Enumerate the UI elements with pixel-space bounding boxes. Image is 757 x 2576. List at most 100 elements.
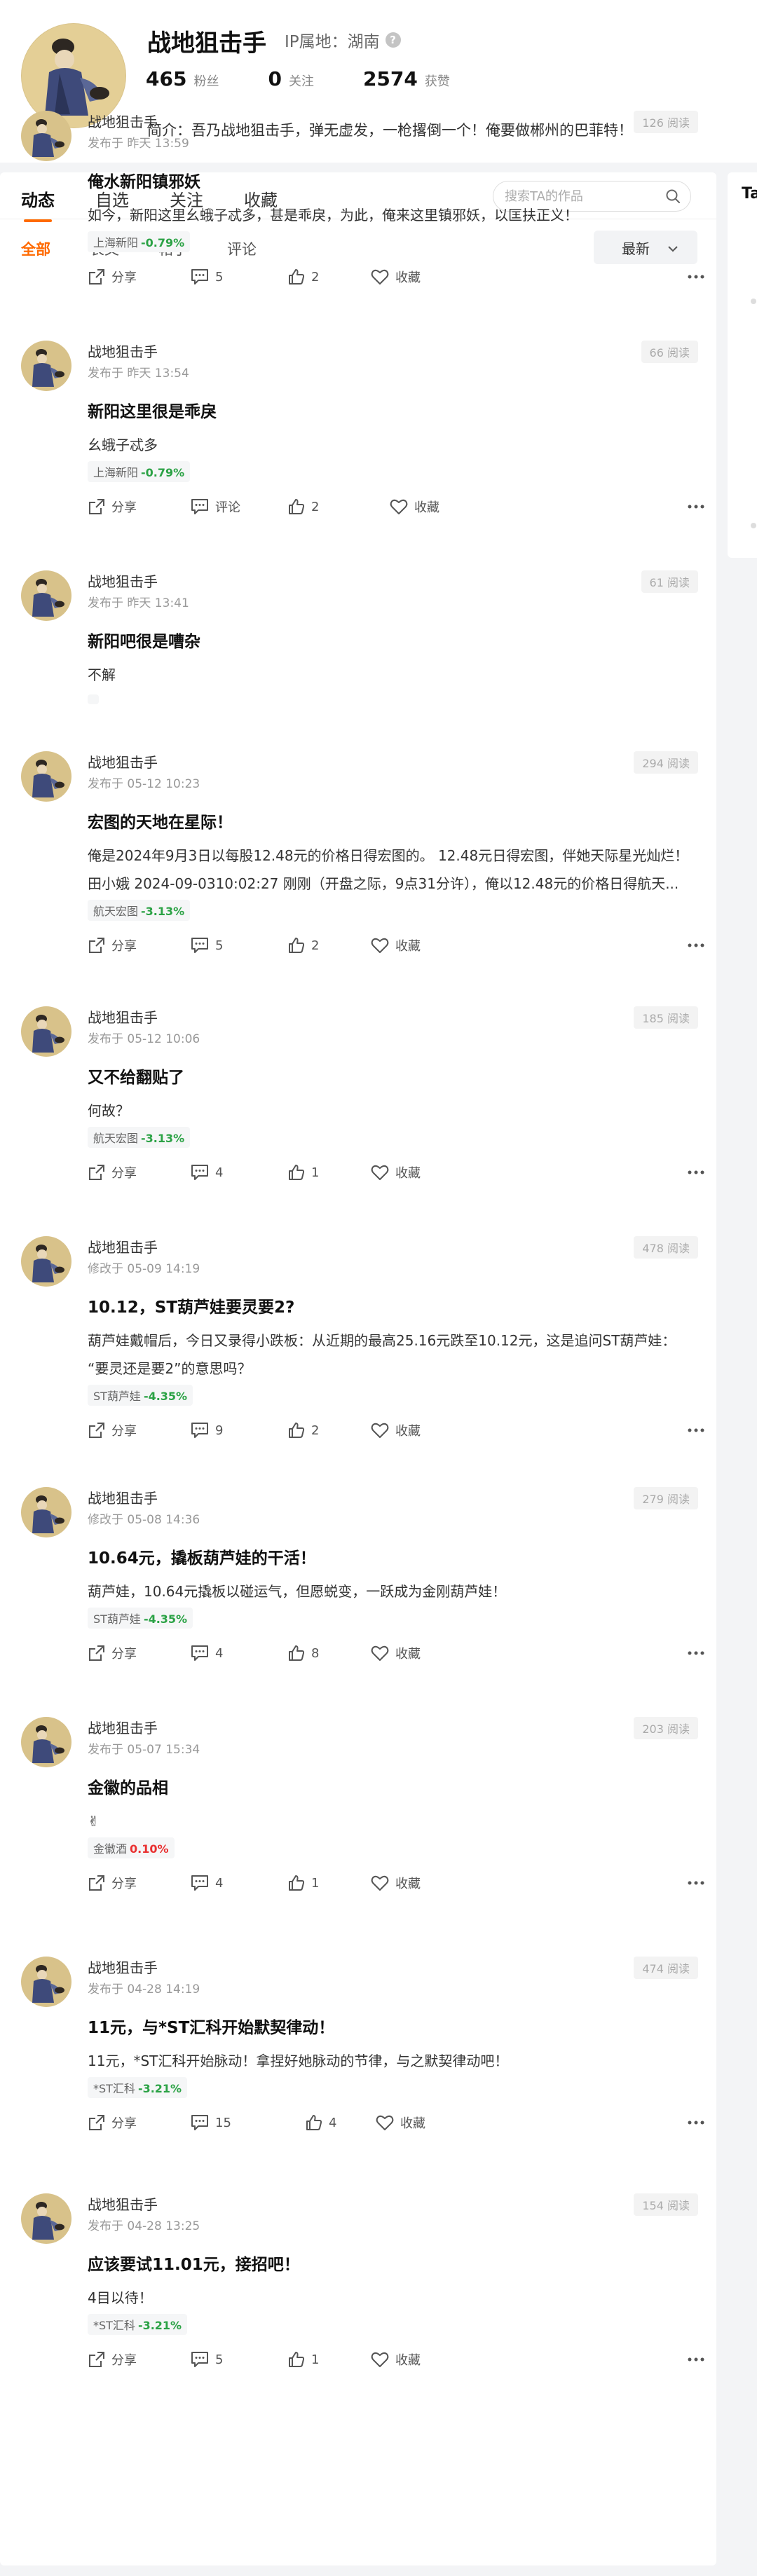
help-icon[interactable]: ? [385,32,401,48]
favorite-button[interactable]: 收藏 [389,498,439,516]
post-title[interactable]: 10.64元，撬板葫芦娃的干活！ [88,1544,316,1568]
author-name[interactable]: 战地狙击手 [88,1236,158,1256]
post-title[interactable]: 又不给翻贴了 [88,1064,184,1088]
post-item[interactable]: 战地狙击手 发布于 昨天 13:54 66 阅读 新阳这里很是乖戾 幺蛾子忒多 上海新阳 -… [0,341,716,551]
post-body[interactable]: 葫芦娃，10.64元撬板以碰运气，但愿蜕变，一跃成为金刚葫芦娃！ [88,1577,697,1605]
post-item[interactable]: 战地狙击手 发布于 05-12 10:06 185 阅读 又不给翻贴了 何故？ 航天宏图 -… [0,1006,716,1217]
author-avatar[interactable] [21,751,71,802]
author-name[interactable]: 战地狙击手 [88,2193,158,2214]
author-name[interactable]: 战地狙击手 [88,570,158,591]
more-icon[interactable] [688,1875,704,1889]
author-avatar[interactable] [21,1957,71,2007]
comment-button[interactable]: 5 [190,268,223,286]
favorite-button[interactable]: 收藏 [375,2113,425,2132]
post-item[interactable]: 战地狙击手 发布于 昨天 13:59 126 阅读 俺水新阳镇邪妖 如今，新阳这里幺蛾子… [0,111,716,321]
post-title[interactable]: 金徽的品相 [88,1774,168,1798]
more-icon[interactable] [688,269,704,282]
share-button[interactable]: 分享 [88,1421,137,1439]
share-button[interactable]: 分享 [88,1874,137,1892]
author-avatar[interactable] [21,1236,71,1287]
like-button[interactable]: 1 [287,1163,319,1181]
fans-stat[interactable]: 465 粉丝 [146,67,219,90]
favorite-button[interactable]: 收藏 [370,2350,421,2369]
author-name[interactable]: 战地狙击手 [88,111,158,131]
favorite-button[interactable]: 收藏 [370,1644,421,1662]
like-button[interactable]: 2 [287,498,319,516]
more-icon[interactable] [688,499,704,512]
author-name[interactable]: 战地狙击手 [88,1717,158,1737]
post-item[interactable]: 战地狙击手 发布于 04-28 13:25 154 阅读 应该要试11.01元，接招吧… [0,2193,716,2404]
like-button[interactable]: 2 [287,936,319,954]
post-body[interactable]: 不解 [88,661,697,689]
post-item[interactable]: 战地狙击手 修改于 05-09 14:19 478 阅读 10.12，ST葫芦娃要灵要… [0,1236,716,1446]
post-title[interactable]: 10.12，ST葫芦娃要灵要2? [88,1294,294,1317]
post-body[interactable]: ✌ [88,1807,697,1835]
more-icon[interactable] [688,1423,704,1436]
post-title[interactable]: 新阳吧很是嘈杂 [88,628,200,652]
comment-button[interactable]: 9 [190,1421,223,1439]
post-title[interactable]: 应该要试11.01元，接招吧！ [88,2251,300,2275]
favorite-button[interactable]: 收藏 [370,1421,421,1439]
share-button[interactable]: 分享 [88,1644,137,1662]
follow-stat[interactable]: 0 关注 [268,67,313,90]
share-button[interactable]: 分享 [88,2113,137,2132]
stock-tag[interactable]: *ST汇科 -3.21% [88,2077,188,2098]
stock-tag[interactable]: ST葫芦娃 -4.35% [88,1608,193,1629]
post-title[interactable]: 俺水新阳镇邪妖 [88,168,200,192]
comment-button[interactable]: 15 [190,2113,231,2132]
share-button[interactable]: 分享 [88,1163,137,1181]
more-icon[interactable] [688,938,704,951]
more-icon[interactable] [688,1645,704,1659]
post-body[interactable]: 幺蛾子忒多 [88,431,697,459]
post-item[interactable]: 战地狙击手 发布于 04-28 14:19 474 阅读 11元，与*ST汇科开始默契… [0,1957,716,2167]
more-icon[interactable] [688,2352,704,2365]
like-button[interactable]: 8 [287,1644,319,1662]
author-avatar[interactable] [21,2193,71,2244]
comment-button[interactable]: 4 [190,1163,223,1181]
post-item[interactable]: 战地狙击手 发布于 05-07 15:34 203 阅读 金徽的品相 ✌ 金徽酒 0.10%… [0,1717,716,1927]
author-avatar[interactable] [21,1487,71,1537]
share-button[interactable]: 分享 [88,498,137,516]
like-button[interactable]: 1 [287,2350,319,2369]
stock-tag[interactable]: 上海新阳 -0.79% [88,231,191,252]
favorite-button[interactable]: 收藏 [370,1874,421,1892]
post-body[interactable]: 如今，新阳这里幺蛾子忒多，甚是乖戾，为此，俺来这里镇邪妖，以匡扶正义！ [88,201,697,229]
comment-button[interactable]: 4 [190,1644,223,1662]
post-item[interactable]: 战地狙击手 发布于 05-12 10:23 294 阅读 宏图的天地在星际！ 俺是202… [0,751,716,961]
post-item[interactable]: 战地狙击手 发布于 昨天 13:41 61 阅读 新阳吧很是嘈杂 不解 [0,570,716,751]
author-name[interactable]: 战地狙击手 [88,1957,158,1977]
share-button[interactable]: 分享 [88,268,137,286]
stock-tag[interactable]: *ST汇科 -3.21% [88,2314,188,2335]
stock-tag[interactable]: 航天宏图 -3.13% [88,1127,191,1148]
post-title[interactable]: 11元，与*ST汇科开始默契律动！ [88,2014,334,2038]
stock-tag[interactable]: 金徽酒 0.10% [88,1837,175,1858]
post-title[interactable]: 宏图的天地在星际！ [88,809,233,833]
favorite-button[interactable]: 收藏 [370,1163,421,1181]
author-avatar[interactable] [21,1006,71,1057]
author-name[interactable]: 战地狙击手 [88,751,158,772]
post-title[interactable]: 新阳这里很是乖戾 [88,398,217,422]
favorite-button[interactable]: 收藏 [370,268,421,286]
author-avatar[interactable] [21,570,71,621]
share-button[interactable]: 分享 [88,936,137,954]
more-icon[interactable] [688,2115,704,2128]
author-avatar[interactable] [21,1717,71,1767]
post-body[interactable]: 4目以待！ [88,2284,697,2312]
like-button[interactable]: 2 [287,1421,319,1439]
post-body[interactable]: 何故？ [88,1097,697,1125]
like-button[interactable]: 1 [287,1874,319,1892]
post-body[interactable]: 葫芦娃戴帽后，今日又录得小跌板：从近期的最高25.16元跌至10.12元，这是追… [88,1327,697,1383]
stock-tag[interactable]: ST葫芦娃 -4.35% [88,1385,193,1406]
more-icon[interactable] [688,1165,704,1178]
stock-tag[interactable]: 航天宏图 -3.13% [88,900,191,921]
author-name[interactable]: 战地狙击手 [88,1006,158,1027]
author-avatar[interactable] [21,111,71,161]
like-button[interactable]: 4 [305,2113,336,2132]
author-name[interactable]: 战地狙击手 [88,341,158,361]
comment-button[interactable]: 5 [190,936,223,954]
like-button[interactable]: 2 [287,268,319,286]
stock-tag[interactable]: 上海新阳 -0.79% [88,461,191,482]
comment-button[interactable]: 5 [190,2350,223,2369]
comment-button[interactable]: 4 [190,1874,223,1892]
post-body[interactable]: 俺是2024年9月3日以每股12.48元的价格日得宏图的。 12.48元日得宏图… [88,842,697,898]
